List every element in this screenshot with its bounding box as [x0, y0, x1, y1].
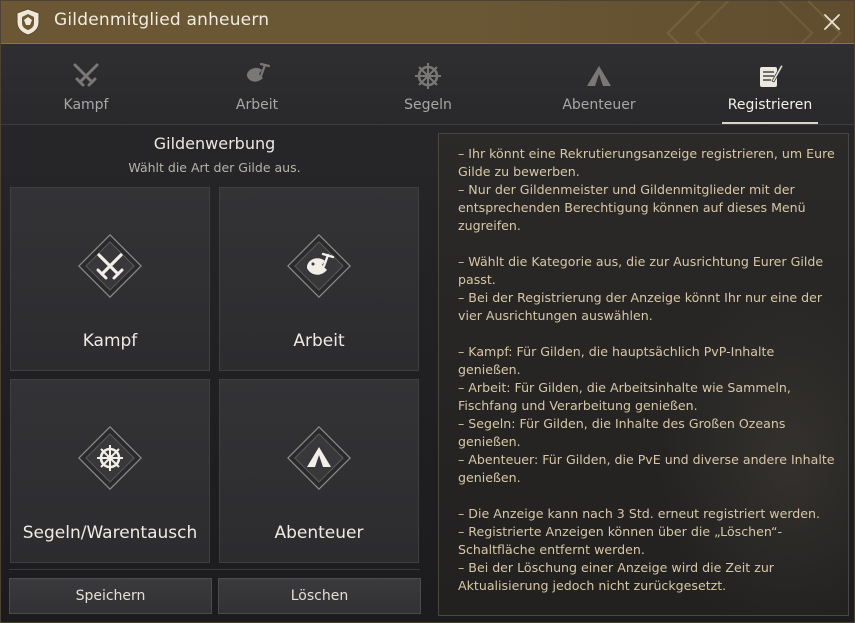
tent-icon	[287, 426, 351, 490]
save-button[interactable]: Speichern	[9, 578, 212, 614]
scroll-quill-icon	[760, 64, 784, 87]
tab-label: Segeln	[404, 97, 452, 113]
info-panel: – Ihr könnt eine Rekrutierungsanzeige re…	[438, 133, 849, 616]
guild-type-card-segeln[interactable]: Segeln/Warentausch	[10, 379, 210, 563]
divider	[9, 569, 420, 570]
guild-type-card-abenteuer[interactable]: Abenteuer	[219, 379, 419, 563]
recruit-window: Gildenmitglied anheuern Kampf Arbeit Seg…	[0, 0, 855, 623]
tab-label: Kampf	[63, 97, 109, 113]
section-title: Gildenwerbung	[153, 134, 276, 153]
title-bar[interactable]: Gildenmitglied anheuern	[1, 1, 854, 44]
card-label: Segeln/Warentausch	[22, 523, 198, 543]
crossed-swords-icon	[73, 63, 99, 87]
active-tab-underline	[722, 122, 818, 124]
tab-label: Abenteuer	[562, 97, 636, 113]
crossed-swords-icon	[78, 234, 142, 298]
info-line: – Abenteuer: Für Gilden, die PvE und div…	[458, 452, 835, 485]
card-label: Abenteuer	[274, 523, 364, 543]
close-icon[interactable]	[822, 12, 842, 32]
tab-arbeit[interactable]: Arbeit	[192, 44, 322, 124]
info-line: – Arbeit: Für Gilden, die Arbeitsinhalte…	[458, 380, 791, 413]
fish-pickaxe-icon	[287, 234, 351, 298]
tent-icon	[587, 66, 611, 86]
fish-pickaxe-icon	[247, 62, 271, 82]
ship-wheel-icon	[415, 63, 441, 89]
section-subtitle: Wählt die Art der Gilde aus.	[128, 160, 301, 175]
info-line: – Segeln: Für Gilden, die Inhalte des Gr…	[458, 416, 786, 449]
tab-label: Registrieren	[727, 97, 813, 113]
info-line: – Bei der Registrierung der Anzeige könn…	[458, 290, 823, 323]
guild-crest-icon	[16, 8, 40, 36]
tab-kampf[interactable]: Kampf	[21, 44, 151, 124]
info-line: – Registrierte Anzeigen können über die …	[458, 524, 783, 557]
guild-type-card-kampf[interactable]: Kampf	[10, 187, 210, 371]
info-text: – Ihr könnt eine Rekrutierungsanzeige re…	[458, 145, 838, 595]
guild-type-card-arbeit[interactable]: Arbeit	[219, 187, 419, 371]
info-line: – Ihr könnt eine Rekrutierungsanzeige re…	[458, 146, 835, 179]
tab-segeln[interactable]: Segeln	[363, 44, 493, 124]
guild-type-panel: Gildenwerbung Wählt die Art der Gilde au…	[1, 125, 428, 622]
ship-wheel-icon	[78, 426, 142, 490]
info-line: – Bei der Löschung einer Anzeige wird di…	[458, 560, 774, 593]
info-line: – Die Anzeige kann nach 3 Std. erneut re…	[458, 506, 821, 521]
info-line: – Wählt die Kategorie aus, die zur Ausri…	[458, 254, 824, 287]
info-line: – Kampf: Für Gilden, die hauptsächlich P…	[458, 344, 775, 377]
category-tabs: Kampf Arbeit Segeln Abenteuer Registrier…	[1, 44, 854, 125]
card-label: Kampf	[82, 331, 138, 351]
tab-registrieren[interactable]: Registrieren	[705, 44, 835, 124]
tab-label: Arbeit	[235, 97, 279, 113]
window-title: Gildenmitglied anheuern	[54, 10, 270, 30]
delete-button[interactable]: Löschen	[218, 578, 421, 614]
info-line: – Nur der Gildenmeister und Gildenmitgli…	[458, 182, 806, 233]
card-label: Arbeit	[293, 331, 345, 351]
tab-abenteuer[interactable]: Abenteuer	[534, 44, 664, 124]
